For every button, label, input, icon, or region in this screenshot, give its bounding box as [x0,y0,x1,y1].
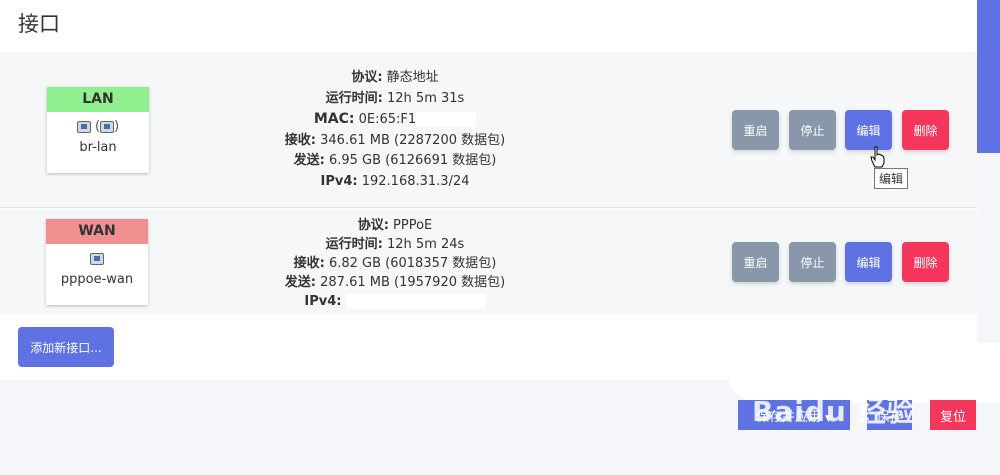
protocol-line: 协议: PPPoE [357,218,433,233]
interface-status-info: 协议: PPPoE 运行时间: 12h 5m 24s 接收: 6.82 GB (… [245,216,545,311]
watermark-logo: Baidu 经验 [752,395,916,428]
interface-badge-wan[interactable]: WAN pppoe-wan [46,219,148,305]
delete-button[interactable]: 删除 [902,242,949,282]
pppoe-icon [90,252,104,265]
edit-tooltip: 编辑 [874,168,909,189]
interface-status-info: 协议: 静态地址 运行时间: 12h 5m 31s MAC: 0E:65:F1 … [245,68,545,192]
interface-icons [46,250,148,268]
interface-badge-lan[interactable]: LAN () br-lan [47,87,149,173]
uptime-line: 运行时间: 12h 5m 24s [325,237,465,252]
interface-row-lan: LAN () br-lan 协议: 静态地址 运行时间: 12h 5m 31s … [0,52,977,208]
mac-line: MAC: 0E:65:F1 [245,109,545,131]
ipv4-line: IPv4: [245,292,545,311]
uptime-line: 运行时间: 12h 5m 31s [325,90,465,106]
interface-name-label: LAN [47,87,149,112]
redaction-mask [416,112,477,127]
protocol-line: 协议: 静态地址 [351,70,439,85]
interface-device-name: pppoe-wan [60,272,134,287]
bridge-icon [100,120,115,133]
interface-row-wan: WAN pppoe-wan 协议: PPPoE 运行时间: 12h 5m 24s… [0,209,977,314]
scroll-accent-strip [977,0,1000,153]
restart-button[interactable]: 重启 [732,242,779,282]
tx-line: 发送: 287.61 MB (1957920 数据包) [284,275,506,290]
stop-button[interactable]: 停止 [789,242,836,282]
interface-icons: () [47,118,149,136]
reset-button[interactable]: 复位 [930,400,976,430]
rx-line: 接收: 346.61 MB (2287200 数据包) [284,132,506,148]
delete-button[interactable]: 删除 [902,110,949,150]
edit-button[interactable]: 编辑 [845,242,892,282]
stop-button[interactable]: 停止 [789,110,836,150]
edit-button[interactable]: 编辑 [845,110,892,150]
ipv4-line: IPv4: 192.168.31.3/24 [320,173,470,189]
restart-button[interactable]: 重启 [732,110,779,150]
interface-name-label: WAN [46,219,148,244]
redaction-mask [345,294,486,309]
add-interface-button[interactable]: 添加新接口... [18,327,114,367]
page-title: 接口 [18,12,60,36]
network-port-icon [76,120,91,133]
interface-device-name: br-lan [79,140,117,155]
hand-pointer-icon [870,146,885,168]
tx-line: 发送: 6.95 GB (6126691 数据包) [293,153,497,168]
rx-line: 接收: 6.82 GB (6018357 数据包) [293,256,497,271]
